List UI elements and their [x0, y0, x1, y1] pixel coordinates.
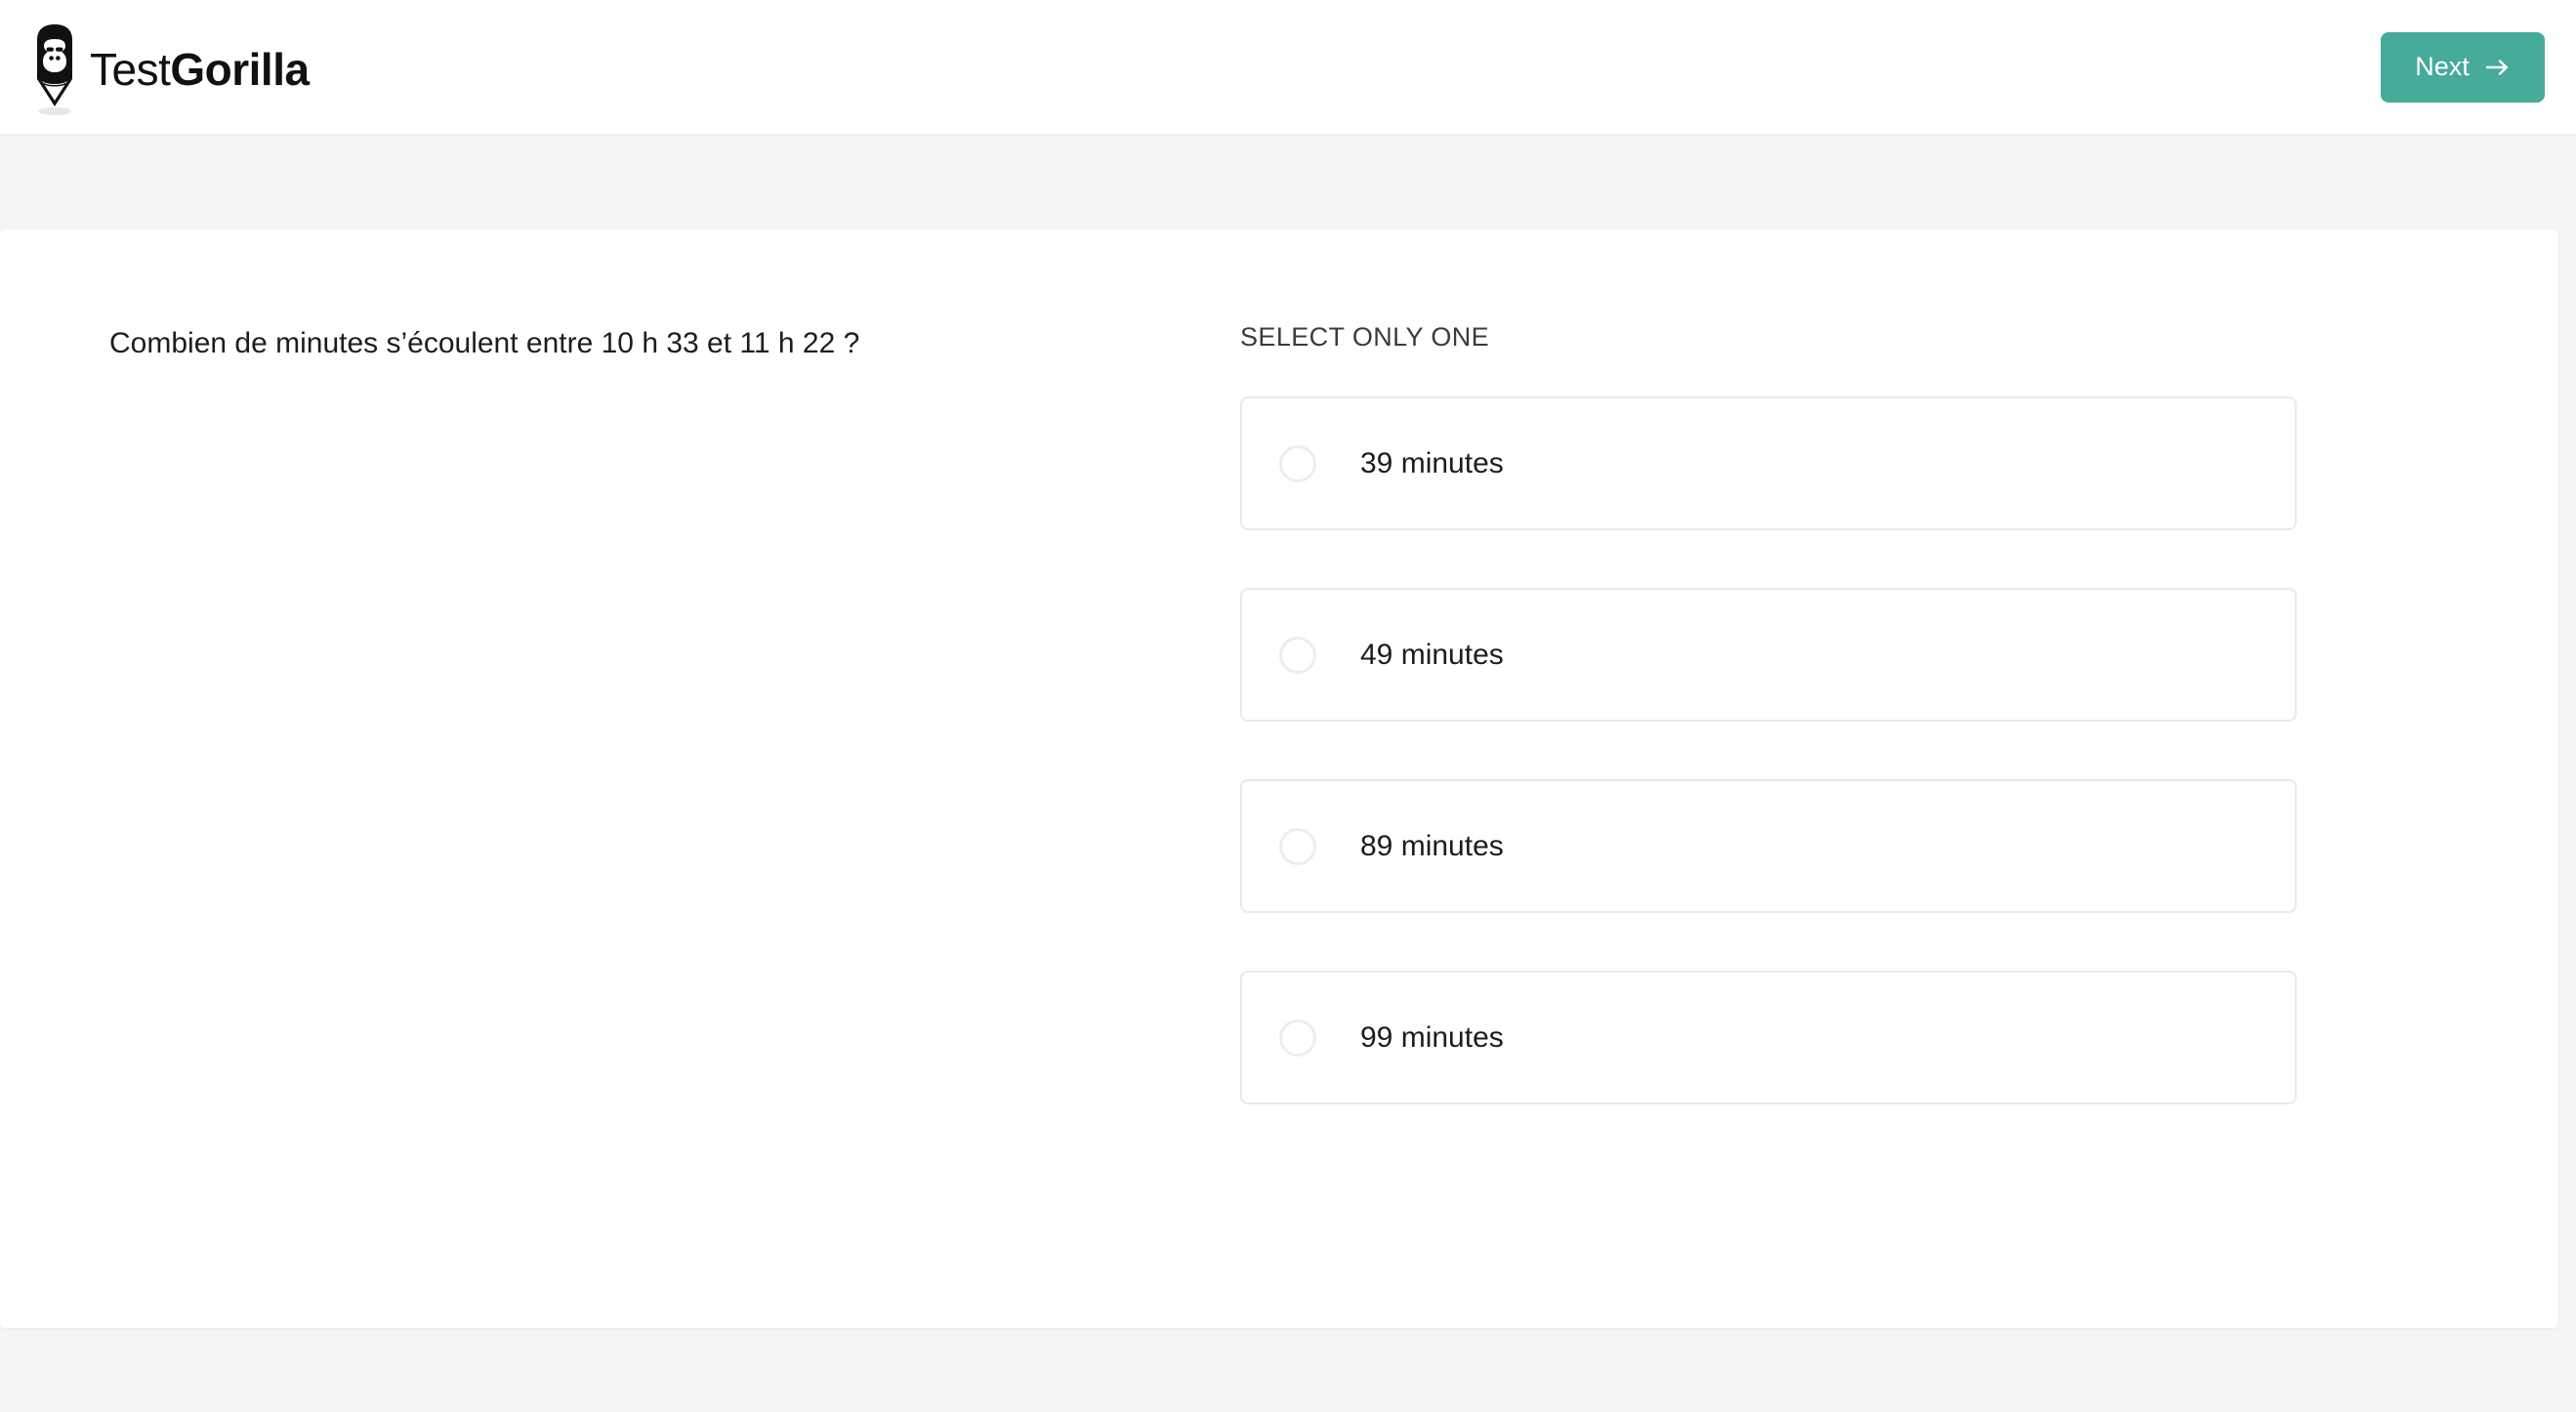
- answer-option-2[interactable]: 49 minutes: [1240, 588, 2297, 722]
- answer-option-3[interactable]: 89 minutes: [1240, 779, 2297, 913]
- answer-option-label: 39 minutes: [1360, 446, 1504, 479]
- gorilla-head-icon: [29, 22, 80, 116]
- answer-option-label: 99 minutes: [1360, 1020, 1504, 1054]
- header-spacer-band: [0, 136, 2576, 229]
- radio-icon[interactable]: [1279, 1018, 1316, 1057]
- question-sheet: Combien de minutes s’écoulent entre 10 h…: [0, 229, 2558, 1328]
- app-header: Test Gorilla Next: [0, 0, 2576, 136]
- answers-column: SELECT ONLY ONE 39 minutes 49 minutes 89…: [1240, 322, 2558, 1104]
- next-button-label: Next: [2415, 52, 2470, 81]
- answer-option-4[interactable]: 99 minutes: [1240, 971, 2297, 1104]
- answer-option-1[interactable]: 39 minutes: [1240, 396, 2297, 530]
- answer-option-label: 49 minutes: [1360, 638, 1504, 671]
- brand-word-bold: Gorilla: [170, 43, 310, 95]
- radio-icon[interactable]: [1279, 636, 1316, 674]
- brand-word-light: Test: [90, 43, 171, 95]
- next-button[interactable]: Next: [2381, 31, 2545, 103]
- radio-icon[interactable]: [1279, 444, 1316, 482]
- select-only-one-label: SELECT ONLY ONE: [1240, 322, 1490, 352]
- brand-wordmark: Test Gorilla: [90, 47, 310, 92]
- assessment-page: Test Gorilla Next Combien de minutes s’éc…: [0, 0, 2576, 1412]
- testgorilla-logo[interactable]: Test Gorilla: [29, 0, 310, 134]
- question-text: Combien de minutes s’écoulent entre 10 h…: [109, 327, 860, 359]
- answer-option-list: 39 minutes 49 minutes 89 minutes 99 minu…: [1240, 396, 2480, 1104]
- arrow-right-icon: [2485, 58, 2511, 77]
- question-column: Combien de minutes s’écoulent entre 10 h…: [0, 322, 1240, 1104]
- radio-icon[interactable]: [1279, 827, 1316, 865]
- answer-option-label: 89 minutes: [1360, 829, 1504, 862]
